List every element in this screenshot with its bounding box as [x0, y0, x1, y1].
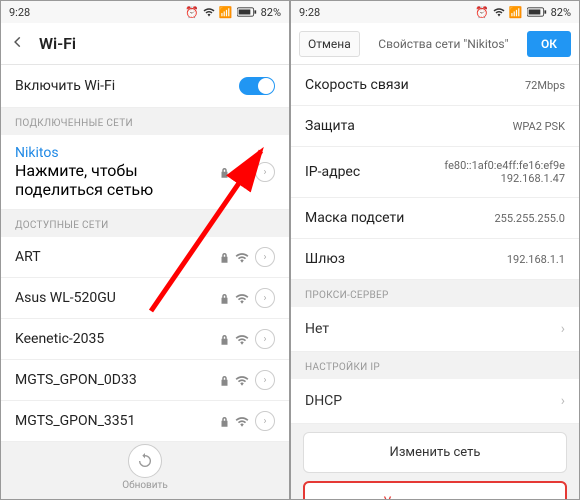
status-icons: ⏰ 📶 82%: [475, 6, 571, 19]
wifi-signal-icon: [235, 163, 249, 182]
section-ip-settings: НАСТРОЙКИ IP: [291, 352, 579, 379]
label: Защита: [305, 118, 355, 134]
chevron-right-icon: ›: [561, 393, 565, 409]
wifi-toggle-row[interactable]: Включить Wi-Fi: [1, 65, 289, 108]
battery-pct: 82%: [551, 6, 571, 19]
chevron-right-icon: ›: [561, 321, 565, 337]
section-available: ДОСТУПНЫЕ СЕТИ: [1, 210, 289, 237]
wifi-icon: [493, 7, 505, 17]
network-details-button[interactable]: ›: [255, 370, 275, 390]
status-icons: ⏰ 📶 82%: [185, 6, 281, 19]
status-bar: 9:28 ⏰ 📶 82%: [1, 1, 289, 23]
wifi-signal-icon: [235, 412, 249, 431]
label: Маска подсети: [305, 210, 404, 226]
wifi-toggle-label: Включить Wi-Fi: [15, 78, 115, 94]
lock-icon: [220, 248, 229, 267]
value: WPA2 PSK: [513, 120, 565, 133]
network-name: Asus WL-520GU: [15, 290, 116, 306]
connected-network-hint: Нажмите, чтобы поделиться сетью: [15, 161, 220, 199]
forget-network-button[interactable]: Удалить эту сеть: [303, 481, 567, 500]
ip-settings-select[interactable]: DHCP ›: [291, 379, 579, 424]
lock-icon: [220, 289, 229, 308]
ok-button[interactable]: ОК: [527, 31, 571, 57]
refresh-button[interactable]: [128, 444, 162, 478]
network-details-button[interactable]: ›: [255, 329, 275, 349]
network-details-button[interactable]: ›: [255, 411, 275, 431]
row-ip: IP-адрес fe80::1af0:e4ff:fe16:ef9e192.16…: [291, 147, 579, 198]
row-security: Защита WPA2 PSK: [291, 106, 579, 147]
network-name: Keenetic-2035: [15, 331, 104, 347]
network-name: MGTS_GPON_0D33: [15, 372, 137, 388]
label: Скорость связи: [305, 77, 409, 93]
value: fe80::1af0:e4ff:fe16:ef9e192.168.1.47: [444, 159, 565, 185]
network-row[interactable]: MGTS_GPON_3351 ›: [1, 401, 289, 442]
row-gateway: Шлюз 192.168.1.1: [291, 239, 579, 280]
wifi-icon: [203, 7, 215, 17]
proxy-value: Нет: [305, 321, 329, 337]
page-title: Wi-Fi: [39, 34, 76, 53]
section-proxy: ПРОКСИ-СЕРВЕР: [291, 280, 579, 307]
value: 255.255.255.0: [494, 212, 565, 225]
clock: 9:28: [9, 6, 30, 19]
section-connected: ПОДКЛЮЧЕННЫЕ СЕТИ: [1, 108, 289, 135]
connected-network-name: Nikitos: [15, 145, 220, 161]
ip-settings-value: DHCP: [305, 393, 342, 409]
wifi-signal-icon: [235, 289, 249, 308]
label: IP-адрес: [305, 164, 360, 180]
back-icon[interactable]: [11, 34, 25, 53]
row-speed: Скорость связи 72Mbps: [291, 65, 579, 106]
alarm-icon: ⏰: [185, 6, 199, 19]
network-row[interactable]: MGTS_GPON_0D33 ›: [1, 360, 289, 401]
screen-network-properties: 9:28 ⏰ 📶 82% Отмена Свойства сети "Nikit…: [290, 0, 580, 500]
wifi-toggle-switch[interactable]: [239, 77, 275, 95]
battery-pct: 82%: [261, 6, 281, 19]
battery-icon: [527, 7, 547, 17]
wifi-signal-icon: [235, 330, 249, 349]
label: Шлюз: [305, 251, 345, 267]
lock-icon: [220, 412, 229, 431]
refresh-area: Обновить: [1, 444, 289, 491]
lock-icon: [220, 330, 229, 349]
lock-icon: [220, 371, 229, 390]
cancel-button[interactable]: Отмена: [299, 31, 360, 57]
network-details-button[interactable]: ›: [255, 288, 275, 308]
connected-network-row[interactable]: Nikitos Нажмите, чтобы поделиться сетью …: [1, 135, 289, 210]
network-name: ART: [15, 249, 41, 265]
modify-network-button[interactable]: Изменить сеть: [303, 432, 567, 473]
alarm-icon: ⏰: [475, 6, 489, 19]
refresh-label: Обновить: [1, 480, 289, 491]
signal-icon: 📶: [219, 6, 233, 19]
wifi-signal-icon: [235, 248, 249, 267]
network-name: MGTS_GPON_3351: [15, 413, 135, 429]
network-details-button[interactable]: ›: [255, 162, 275, 182]
row-mask: Маска подсети 255.255.255.0: [291, 198, 579, 239]
dialog-title: Свойства сети "Nikitos": [378, 37, 508, 51]
network-row[interactable]: Asus WL-520GU ›: [1, 278, 289, 319]
status-bar: 9:28 ⏰ 📶 82%: [291, 1, 579, 23]
proxy-select[interactable]: Нет ›: [291, 307, 579, 352]
network-row[interactable]: Keenetic-2035 ›: [1, 319, 289, 360]
value: 192.168.1.1: [507, 253, 565, 266]
clock: 9:28: [299, 6, 320, 19]
signal-icon: 📶: [509, 6, 523, 19]
titlebar: Wi-Fi: [1, 23, 289, 65]
value: 72Mbps: [525, 79, 565, 92]
lock-icon: [220, 163, 229, 182]
battery-icon: [237, 7, 257, 17]
screen-wifi-list: 9:28 ⏰ 📶 82% Wi-Fi Включить Wi-Fi ПОДКЛЮ…: [0, 0, 290, 500]
wifi-signal-icon: [235, 371, 249, 390]
dialog-titlebar: Отмена Свойства сети "Nikitos" ОК: [291, 23, 579, 65]
network-details-button[interactable]: ›: [255, 247, 275, 267]
network-row[interactable]: ART ›: [1, 237, 289, 278]
